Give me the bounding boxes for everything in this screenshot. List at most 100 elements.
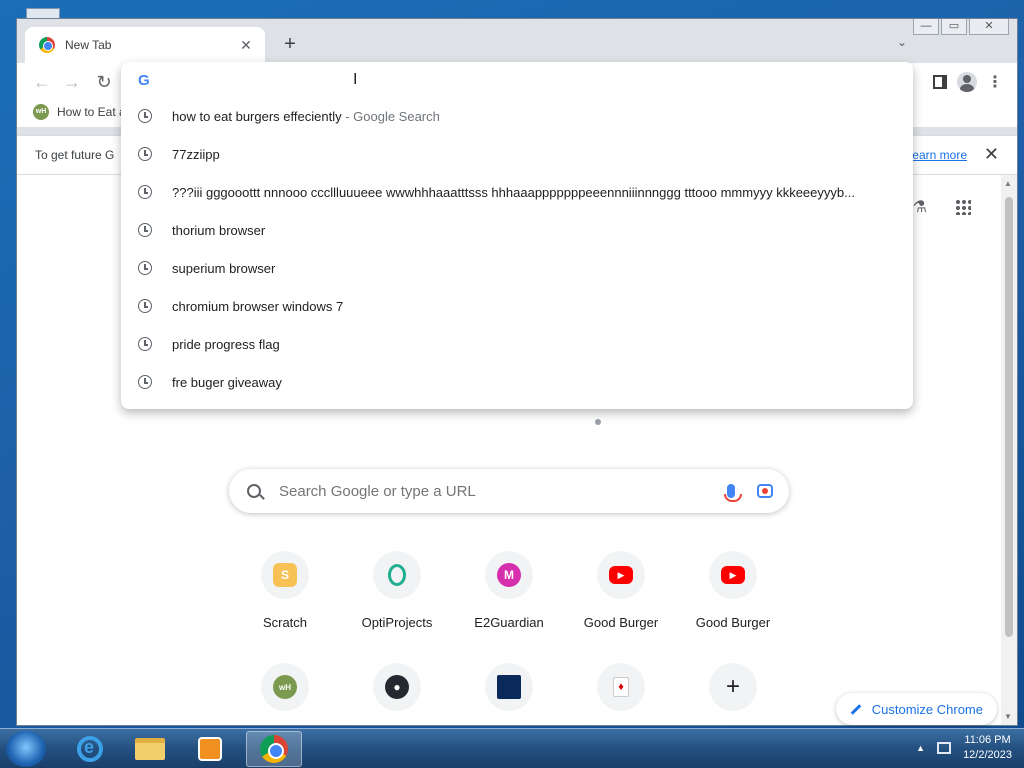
ntp-search-input[interactable]	[279, 482, 727, 500]
learn-more-link[interactable]: earn more	[912, 148, 967, 162]
suggestion-subtext: - Google Search	[341, 108, 440, 124]
suggestion-item[interactable]: chromium browser windows 7	[121, 287, 913, 325]
tab-new-tab[interactable]: New Tab ✕	[25, 27, 265, 63]
window-controls: — ▭ ✕	[913, 19, 1009, 35]
system-tray: ▲ 11:06 PM 12/2/2023	[916, 733, 1012, 763]
media-player-icon	[198, 737, 222, 761]
suggestion-item[interactable]: fre buger giveaway	[121, 363, 913, 401]
start-button[interactable]	[6, 731, 46, 767]
tab-close-icon[interactable]: ✕	[237, 37, 255, 54]
history-clock-icon	[138, 185, 152, 199]
history-clock-icon	[138, 299, 152, 313]
page-scrollbar[interactable]: ▲ ▼	[1001, 175, 1017, 725]
search-icon	[247, 484, 261, 498]
scroll-down-arrow-icon[interactable]: ▼	[1004, 712, 1012, 721]
blue-site-icon	[497, 675, 521, 699]
clock-time: 11:06 PM	[964, 734, 1011, 746]
suggestion-text: pride progress flag	[172, 336, 280, 352]
history-clock-icon	[138, 147, 152, 161]
suggestion-item[interactable]: pride progress flag	[121, 325, 913, 363]
suggestion-text: ???iii gggooottt nnnooo cccllluuueee www…	[172, 184, 855, 200]
suggestion-text: chromium browser windows 7	[172, 298, 344, 314]
google-logo-fragment	[595, 419, 601, 425]
shortcut-e2guardian[interactable]: M E2Guardian	[453, 547, 565, 641]
customize-chrome-button[interactable]: Customize Chrome	[835, 693, 997, 725]
taskbar-clock[interactable]: 11:06 PM 12/2/2023	[963, 733, 1012, 763]
taskbar-internet-explorer[interactable]	[62, 731, 118, 767]
shortcut-good-burger-2[interactable]: ▶ Good Burger	[677, 547, 789, 641]
side-panel-icon[interactable]	[933, 75, 947, 89]
scrollbar-thumb[interactable]	[1005, 197, 1013, 637]
windows-taskbar: ▲ 11:06 PM 12/2/2023	[0, 728, 1024, 768]
wikihow-favicon-icon: wH	[33, 104, 49, 120]
shortcut-label: Good Burger	[695, 615, 771, 630]
history-clock-icon	[138, 223, 152, 237]
suggestion-item[interactable]: superium browser	[121, 249, 913, 287]
bookmark-label: How to Eat a	[57, 105, 126, 119]
folder-icon	[135, 738, 165, 760]
chrome-favicon-icon	[39, 37, 55, 53]
suggestion-text: fre buger giveaway	[172, 374, 282, 390]
text-cursor-icon: I	[353, 71, 358, 88]
shortcuts-grid: S Scratch O OptiProjects M E2Guardian ▶ …	[229, 547, 789, 753]
scroll-up-arrow-icon[interactable]: ▲	[1004, 179, 1012, 188]
chrome-menu-icon[interactable]: ⋮	[987, 72, 1003, 92]
suggestion-text: 77zziipp	[172, 146, 220, 162]
add-shortcut-icon: +	[725, 673, 740, 700]
suggestion-text: thorium browser	[172, 222, 266, 238]
history-clock-icon	[138, 375, 152, 389]
taskbar-file-explorer[interactable]	[122, 731, 178, 767]
history-clock-icon	[138, 337, 152, 351]
lens-camera-icon[interactable]	[757, 484, 773, 498]
voice-search-icon[interactable]	[724, 484, 742, 502]
taskbar-chrome[interactable]	[246, 731, 302, 767]
youtube-icon: ▶	[609, 566, 633, 584]
forward-button[interactable]: →	[59, 69, 85, 95]
e2guardian-icon: M	[497, 563, 521, 587]
suggestion-list: how to eat burgers effeciently - Google …	[121, 97, 913, 401]
internet-explorer-icon	[77, 736, 103, 762]
apps-grid-icon[interactable]	[955, 199, 971, 215]
shortcut-scratch[interactable]: S Scratch	[229, 547, 341, 641]
taskbar-media-player[interactable]	[182, 731, 238, 767]
back-button[interactable]: ←	[29, 69, 55, 95]
shortcut-optiprojects[interactable]: O OptiProjects	[341, 547, 453, 641]
youtube-icon: ▶	[721, 566, 745, 584]
suggestion-item[interactable]: 77zziipp	[121, 135, 913, 173]
github-icon: ●	[385, 675, 409, 699]
minimize-button[interactable]: —	[913, 19, 939, 35]
pencil-icon	[850, 703, 862, 715]
suggestion-text: how to eat burgers effeciently	[172, 108, 342, 124]
customize-chrome-label: Customize Chrome	[871, 701, 983, 717]
shortcut-label: E2Guardian	[474, 615, 544, 630]
wikihow-icon: wH	[273, 675, 297, 699]
suggestion-text: superium browser	[172, 260, 276, 276]
reload-button[interactable]: ↻	[91, 69, 117, 95]
labs-flask-icon[interactable]: ⚗	[913, 197, 927, 217]
profile-avatar-icon[interactable]	[957, 72, 977, 92]
shortcut-label: Good Burger	[583, 615, 659, 630]
suggestion-item[interactable]: ???iii gggooottt nnnooo cccllluuueee www…	[121, 173, 913, 211]
ntp-search-box[interactable]	[229, 469, 789, 513]
bookmark-item[interactable]: wH How to Eat a	[33, 104, 126, 120]
scratch-icon: S	[273, 563, 297, 587]
info-bar-close-icon[interactable]: ✕	[984, 144, 999, 165]
info-bar-text: To get future G	[35, 148, 115, 162]
optiprojects-icon: O	[388, 564, 406, 586]
google-g-icon: G	[138, 72, 150, 89]
history-clock-icon	[138, 261, 152, 275]
omnibox-dropdown: G I how to eat burgers effeciently - Goo…	[121, 62, 913, 409]
chrome-icon	[260, 735, 288, 763]
network-icon[interactable]	[937, 742, 952, 754]
maximize-button[interactable]: ▭	[941, 19, 967, 35]
shortcut-label: Scratch	[262, 615, 308, 630]
history-clock-icon	[138, 109, 152, 123]
tab-search-chevron-icon[interactable]: ⌄	[897, 35, 907, 49]
shortcut-good-burger[interactable]: ▶ Good Burger	[565, 547, 677, 641]
show-hidden-icons-icon[interactable]: ▲	[916, 743, 925, 753]
close-window-button[interactable]: ✕	[969, 19, 1009, 35]
suggestion-item[interactable]: how to eat burgers effeciently - Google …	[121, 97, 913, 135]
suggestion-item[interactable]: thorium browser	[121, 211, 913, 249]
new-tab-button[interactable]: +	[279, 33, 301, 55]
tab-title: New Tab	[65, 38, 112, 52]
